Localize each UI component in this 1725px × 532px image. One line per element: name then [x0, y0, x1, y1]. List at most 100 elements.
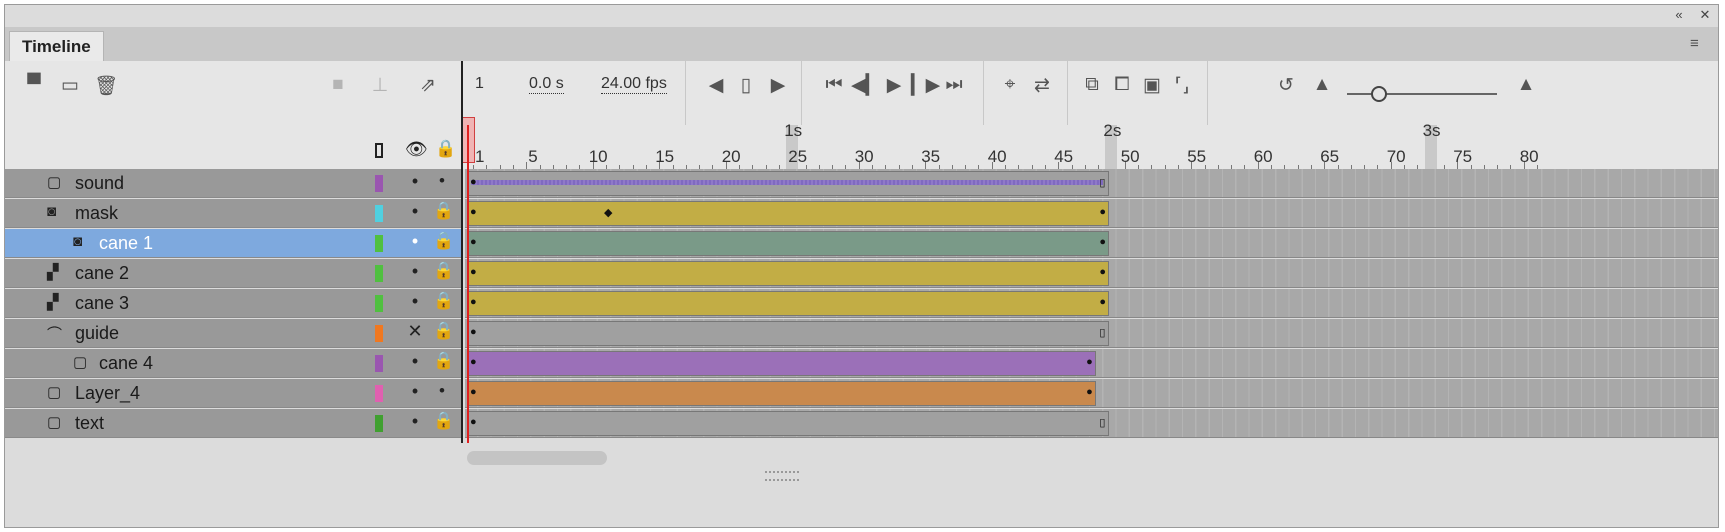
- horizontal-scrollbar[interactable]: [467, 451, 607, 465]
- lock-icon[interactable]: 🔒: [433, 411, 454, 431]
- layer-name[interactable]: guide: [75, 323, 119, 344]
- next-frame-icon[interactable]: ▎▶: [911, 74, 940, 97]
- keyframe[interactable]: ◆: [604, 206, 612, 219]
- center-frame-icon[interactable]: ⌖: [997, 74, 1023, 96]
- onion-skin-icon[interactable]: ⧉: [1079, 74, 1105, 96]
- visibility-dot[interactable]: •: [407, 411, 423, 432]
- end-frame[interactable]: ●: [1099, 206, 1106, 218]
- tab-timeline[interactable]: Timeline: [9, 31, 104, 62]
- layer-color-swatch[interactable]: [375, 235, 383, 252]
- panel-divider[interactable]: [461, 61, 463, 471]
- visibility-dot[interactable]: •: [407, 381, 423, 402]
- reset-zoom-icon[interactable]: ↺: [1273, 74, 1299, 97]
- frame-track[interactable]: ● ●: [465, 229, 1718, 258]
- layer-name[interactable]: cane 1: [99, 233, 153, 254]
- eye-icon[interactable]: 👁: [405, 139, 428, 160]
- frame-span[interactable]: [467, 261, 1110, 286]
- end-frame[interactable]: ●: [1099, 266, 1106, 278]
- frame-number[interactable]: 1: [475, 75, 484, 93]
- layer-row[interactable]: ▞ cane 2 • 🔒: [5, 259, 461, 288]
- step-forward-icon[interactable]: ▶: [765, 74, 791, 97]
- visibility-dot[interactable]: •: [407, 171, 423, 192]
- start-keyframe[interactable]: ●: [470, 176, 477, 188]
- frame-span[interactable]: [467, 381, 1097, 406]
- layer-color-swatch[interactable]: [375, 385, 383, 402]
- lock-icon[interactable]: 🔒: [433, 201, 454, 221]
- unlock-dot[interactable]: •: [433, 171, 451, 191]
- collapse-icon[interactable]: «: [1669, 7, 1689, 22]
- frame-track[interactable]: ● ▯: [465, 169, 1718, 198]
- delete-icon[interactable]: 🗑: [93, 74, 119, 98]
- start-keyframe[interactable]: ●: [470, 386, 477, 398]
- layer-row[interactable]: ◙ mask • 🔒: [5, 199, 461, 228]
- end-frame[interactable]: ●: [1099, 296, 1106, 308]
- layer-row[interactable]: ▢ Layer_4 • •: [5, 379, 461, 408]
- prev-frame-icon[interactable]: ◀▎: [851, 74, 880, 97]
- layer-color-swatch[interactable]: [375, 205, 383, 222]
- layer-name[interactable]: cane 3: [75, 293, 129, 314]
- layer-row[interactable]: ⌒ guide ✕ 🔒: [5, 319, 461, 348]
- start-keyframe[interactable]: ●: [470, 236, 477, 248]
- frame-track[interactable]: ● ◆ ●: [465, 199, 1718, 228]
- frame-span[interactable]: [467, 321, 1110, 346]
- layer-name[interactable]: Layer_4: [75, 383, 140, 404]
- graph-icon[interactable]: ⇗: [415, 74, 441, 97]
- edit-multiple-icon[interactable]: ▣: [1139, 74, 1165, 97]
- color-column-icon[interactable]: [375, 143, 383, 158]
- layer-name[interactable]: sound: [75, 173, 124, 194]
- visibility-dot[interactable]: •: [407, 351, 423, 372]
- layer-name[interactable]: mask: [75, 203, 118, 224]
- loop-playback-icon[interactable]: ⇄: [1029, 74, 1055, 97]
- fps-display[interactable]: 24.00 fps: [601, 75, 667, 94]
- onion-markers-icon[interactable]: ⸢⸥: [1169, 74, 1195, 97]
- visibility-dot[interactable]: •: [407, 201, 423, 222]
- panel-menu-icon[interactable]: ≡: [1690, 35, 1708, 52]
- end-frame[interactable]: ▯: [1099, 416, 1105, 429]
- layer-color-swatch[interactable]: [375, 325, 383, 342]
- frame-span[interactable]: [467, 351, 1097, 376]
- frame-track[interactable]: ● ●: [465, 379, 1718, 408]
- layer-name[interactable]: cane 4: [99, 353, 153, 374]
- layer-name[interactable]: cane 2: [75, 263, 129, 284]
- lock-icon[interactable]: 🔒: [433, 261, 454, 281]
- resize-grip[interactable]: [765, 471, 799, 481]
- visibility-dot[interactable]: •: [407, 231, 423, 252]
- zoom-large-icon[interactable]: ▲: [1513, 74, 1539, 96]
- frame-ruler[interactable]: 1s 2s 3s 1 5 10 15 20 25 30 35 40 45 50 55 60 65 70 75 80: [461, 121, 1718, 169]
- frame-track[interactable]: ● ●: [465, 349, 1718, 378]
- frame-span[interactable]: [467, 411, 1110, 436]
- lock-icon[interactable]: 🔒: [433, 231, 454, 251]
- end-frame[interactable]: ●: [1086, 356, 1093, 368]
- end-frame[interactable]: ▯: [1099, 176, 1105, 189]
- start-keyframe[interactable]: ●: [470, 356, 477, 368]
- close-icon[interactable]: ✕: [1695, 7, 1715, 23]
- unlock-dot[interactable]: •: [433, 381, 451, 401]
- new-folder-icon[interactable]: ▭: [57, 74, 83, 97]
- layer-color-swatch[interactable]: [375, 415, 383, 432]
- lock-icon[interactable]: 🔒: [433, 351, 454, 371]
- layer-color-swatch[interactable]: [375, 355, 383, 372]
- onion-skin-outline-icon[interactable]: ⧠: [1109, 74, 1135, 96]
- lock-icon[interactable]: 🔒: [435, 139, 456, 159]
- camera-icon[interactable]: ■: [325, 74, 351, 96]
- frame-span[interactable]: [467, 291, 1110, 316]
- end-frame[interactable]: ●: [1086, 386, 1093, 398]
- frame-track[interactable]: ● ▯: [465, 409, 1718, 438]
- end-frame[interactable]: ●: [1099, 236, 1106, 248]
- time-display[interactable]: 0.0 s: [529, 75, 564, 94]
- layer-row[interactable]: ▢ sound • •: [5, 169, 461, 198]
- layer-name[interactable]: text: [75, 413, 104, 434]
- layer-color-swatch[interactable]: [375, 265, 383, 282]
- loop-icon[interactable]: ▯: [733, 74, 759, 97]
- frame-track[interactable]: ● ●: [465, 259, 1718, 288]
- frame-span[interactable]: [467, 231, 1110, 256]
- visibility-dot[interactable]: •: [407, 291, 423, 312]
- start-keyframe[interactable]: ●: [470, 266, 477, 278]
- parenting-icon[interactable]: ⊥: [367, 74, 393, 97]
- last-frame-icon[interactable]: ⏭: [941, 74, 967, 96]
- layer-row[interactable]: ▢ text • 🔒: [5, 409, 461, 438]
- start-keyframe[interactable]: ●: [470, 416, 477, 428]
- zoom-small-icon[interactable]: ▲: [1309, 74, 1335, 96]
- zoom-slider[interactable]: [1347, 93, 1497, 95]
- hidden-icon[interactable]: ✕: [407, 321, 423, 342]
